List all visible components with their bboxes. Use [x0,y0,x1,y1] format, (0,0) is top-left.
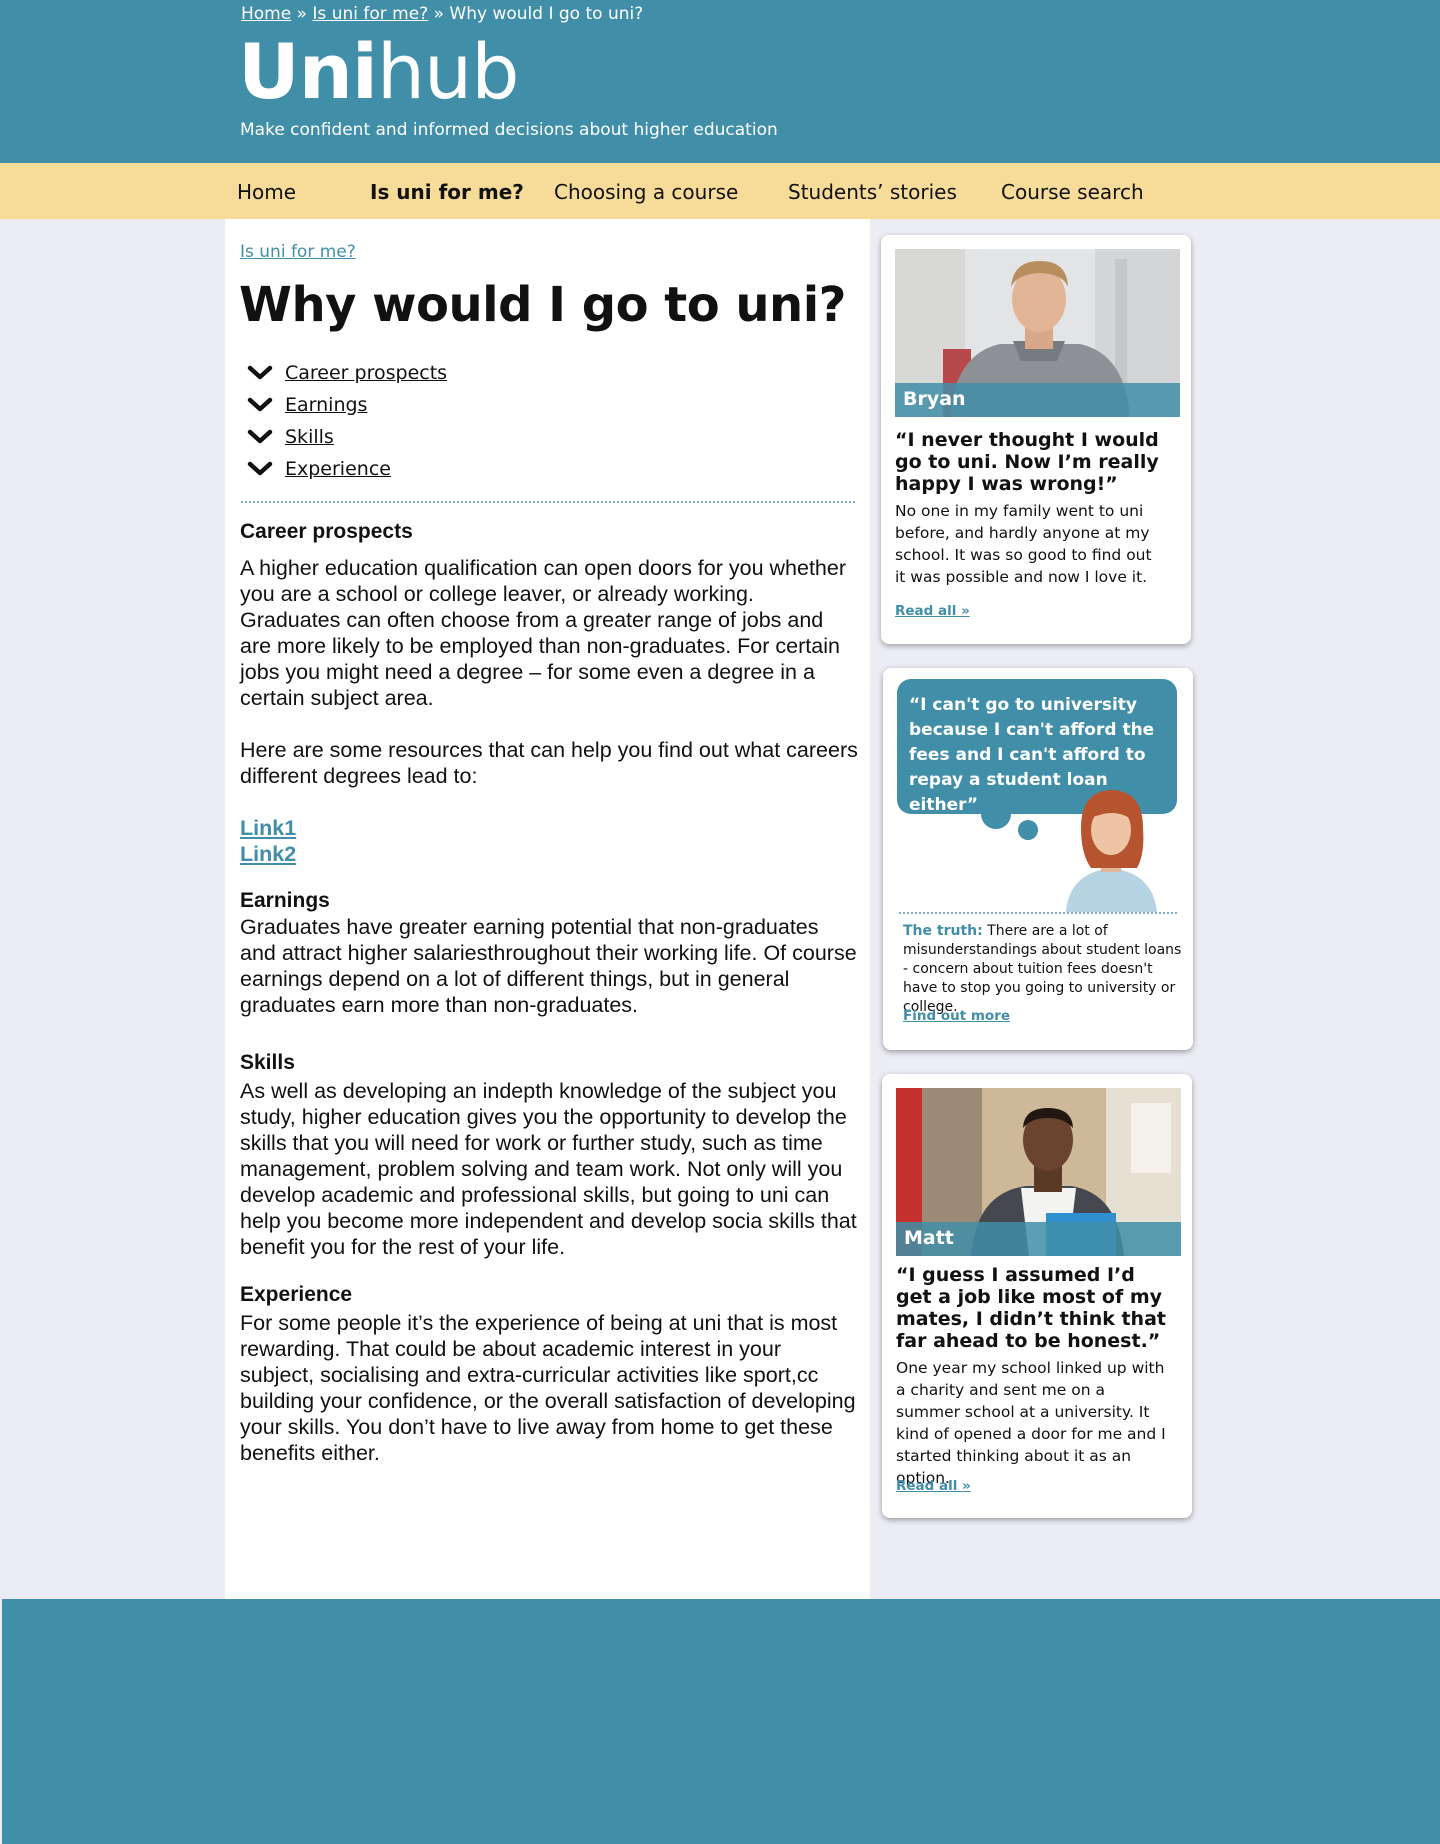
career-prospects-heading: Career prospects [240,520,413,543]
thought-bubble-dot [981,799,1011,829]
toc-item[interactable]: Career prospects [247,357,447,389]
student-name: Matt [896,1222,1181,1256]
section-link[interactable]: Is uni for me? [240,242,356,262]
student-story-card-matt: Matt “I guess I assumed I’d get a job li… [882,1074,1192,1518]
breadcrumb-current: Why would I go to uni? [449,4,644,24]
chevron-down-icon [247,365,273,380]
student-story-excerpt: One year my school linked up with a char… [896,1359,1166,1487]
unihub-logo[interactable]: Unihub [238,34,519,110]
nav-item-students-stories[interactable]: Students’ stories [788,180,957,204]
nav-item-is-uni-for-me[interactable]: Is uni for me? [370,180,524,204]
logo-bold: Uni [238,27,378,116]
experience-section: Experience For some people it’s the expe… [240,1282,860,1466]
toc-link-earnings[interactable]: Earnings [285,394,367,416]
section-divider [241,501,855,503]
student-story-card-bryan: Bryan “I never thought I would go to uni… [881,235,1191,644]
table-of-contents: Career prospects Earnings Skills Experie… [247,357,447,485]
student-quote: “I never thought I would go to uni. Now … [895,429,1159,495]
career-links: Link1 Link2 [240,815,860,867]
toc-link-experience[interactable]: Experience [285,458,391,480]
site-header: Home » Is uni for me? » Why would I go t… [0,0,1440,163]
toc-link-skills[interactable]: Skills [285,426,334,448]
truth-text: The truth: There are a lot of misunderst… [903,922,1188,1017]
truth-label: The truth: [903,923,983,939]
student-photo: Bryan [895,249,1180,417]
chevron-down-icon [247,397,273,412]
logo-light: hub [376,27,520,116]
site-tagline: Make confident and informed decisions ab… [240,120,778,140]
experience-heading: Experience [240,1283,353,1306]
woman-portrait-image [1066,790,1157,912]
link-1[interactable]: Link1 [240,815,860,841]
breadcrumb-home-link[interactable]: Home [241,4,291,24]
breadcrumb-parent-link[interactable]: Is uni for me? [312,4,428,24]
student-name: Bryan [895,383,1180,417]
page-title: Why would I go to uni? [239,277,847,333]
find-out-more-link[interactable]: Find out more [903,1008,1010,1024]
skills-heading: Skills [240,1051,295,1074]
career-prospects-section: Career prospects A higher education qual… [240,519,860,867]
student-photo: Matt [896,1088,1181,1256]
student-story-excerpt: No one in my family went to uni before, … [895,502,1152,586]
site-footer [2,1599,1440,1844]
main-nav: Home Is uni for me? Choosing a course St… [0,163,1440,219]
myth-buster-card: “I can't go to university because I can'… [883,668,1193,1050]
thought-bubble-dot [1018,820,1038,840]
breadcrumb: Home » Is uni for me? » Why would I go t… [241,4,643,24]
toc-item[interactable]: Experience [247,453,447,485]
nav-item-home[interactable]: Home [237,180,296,204]
earnings-section: Earnings Graduates have greater earning … [240,888,860,1018]
student-quote: “I guess I assumed I’d get a job like mo… [896,1264,1166,1352]
nav-item-course-search[interactable]: Course search [1001,180,1144,204]
chevron-down-icon [247,461,273,476]
earnings-paragraph: Graduates have greater earning potential… [240,915,857,1017]
experience-paragraph: For some people it’s the experience of b… [240,1311,856,1465]
skills-section: Skills As well as developing an indepth … [240,1050,860,1260]
link-2[interactable]: Link2 [240,841,860,867]
breadcrumb-separator: » [296,4,308,24]
chevron-down-icon [247,429,273,444]
earnings-heading: Earnings [240,889,330,912]
career-resources-paragraph: Here are some resources that can help yo… [240,738,858,788]
breadcrumb-separator: » [433,4,445,24]
toc-item[interactable]: Earnings [247,389,447,421]
nav-item-choosing-a-course[interactable]: Choosing a course [554,180,738,204]
myth-divider [899,912,1177,914]
main-content: Is uni for me? Why would I go to uni? Ca… [225,219,870,1599]
read-all-link[interactable]: Read all » [896,1478,971,1494]
skills-paragraph: As well as developing an indepth knowled… [240,1079,857,1259]
toc-item[interactable]: Skills [247,421,447,453]
toc-link-career-prospects[interactable]: Career prospects [285,362,447,384]
read-all-link[interactable]: Read all » [895,603,970,619]
career-prospects-paragraph: A higher education qualification can ope… [240,556,846,710]
